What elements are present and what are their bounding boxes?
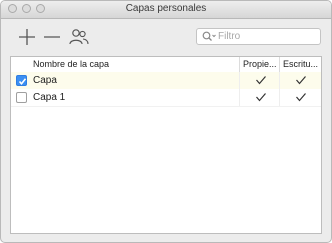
add-layer-button[interactable] [16,27,38,47]
table-row[interactable]: Capa 1 [11,89,321,107]
minus-icon [44,36,60,38]
column-header-layer-name[interactable]: Nombre de la capa [33,59,233,69]
column-divider [239,72,240,106]
write-check-icon[interactable] [295,92,307,102]
column-divider[interactable] [279,57,280,72]
window-title: Capas personales [125,3,207,14]
table-header: Nombre de la capa Propie... Escritu... [11,57,321,73]
remove-layer-button[interactable] [41,27,63,47]
column-header-owner[interactable]: Propie... [243,59,279,69]
checkmark-icon [18,78,27,86]
title-bar: Capas personales [1,1,331,19]
owner-check-icon[interactable] [255,75,267,85]
layer-visible-checkbox[interactable] [16,75,27,86]
filter-input[interactable] [218,29,316,44]
owner-check-icon[interactable] [255,92,267,102]
layers-table: Nombre de la capa Propie... Escritu... C… [10,56,322,234]
share-users-button[interactable] [68,27,90,47]
plus-icon [19,29,35,45]
users-icon [69,29,89,45]
personal-layers-window: Capas personales Nombre de la capa Propi… [0,0,332,243]
layer-visible-checkbox[interactable] [16,92,27,103]
column-divider [279,72,280,106]
table-row[interactable]: Capa [11,72,321,89]
write-check-icon[interactable] [295,75,307,85]
column-divider[interactable] [239,57,240,72]
filter-search-field[interactable] [196,28,321,45]
column-header-write[interactable]: Escritu... [283,59,321,69]
search-icon [202,31,216,41]
layer-name: Capa [33,75,57,86]
layer-name: Capa 1 [33,92,66,103]
